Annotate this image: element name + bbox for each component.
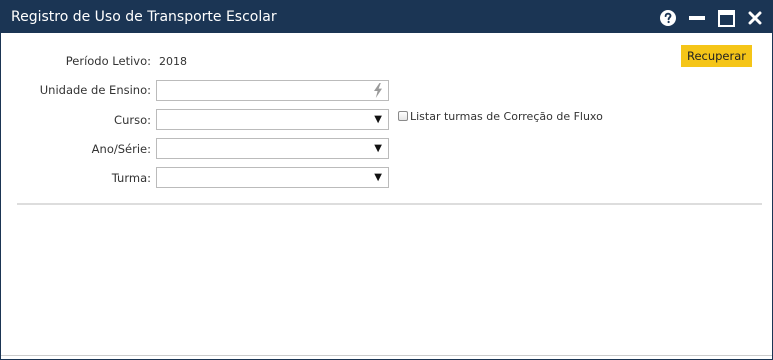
unidade-ensino-label: Unidade de Ensino: <box>39 83 151 97</box>
periodo-letivo-label: Período Letivo: <box>65 54 151 68</box>
unidade-ensino-field[interactable] <box>156 80 389 101</box>
curso-select[interactable]: ▼ <box>156 109 389 130</box>
unidade-ensino-input[interactable] <box>157 81 367 100</box>
divider <box>17 203 762 205</box>
lightning-icon[interactable] <box>373 83 383 102</box>
window-title: Registro de Uso de Transporte Escolar <box>11 9 277 25</box>
curso-label: Curso: <box>114 113 151 127</box>
ano-serie-select[interactable]: ▼ <box>156 138 389 159</box>
chevron-down-icon: ▼ <box>374 172 382 183</box>
correcao-fluxo-checkbox-wrap[interactable]: Listar turmas de Correção de Fluxo <box>398 109 603 123</box>
close-icon <box>748 11 762 25</box>
chevron-down-icon: ▼ <box>374 114 382 125</box>
dialog-window: Registro de Uso de Transporte Escolar Pe… <box>0 0 773 360</box>
maximize-button[interactable] <box>717 9 735 27</box>
periodo-letivo-value: 2018 <box>159 55 187 68</box>
correcao-fluxo-label[interactable]: Listar turmas de Correção de Fluxo <box>410 110 603 123</box>
ano-serie-label: Ano/Série: <box>91 142 151 156</box>
recuperar-button[interactable]: Recuperar <box>681 45 752 67</box>
window-bottom-border <box>1 355 772 356</box>
minimize-icon <box>689 16 705 20</box>
turma-label: Turma: <box>111 171 151 185</box>
help-circle-icon <box>660 10 676 26</box>
titlebar: Registro de Uso de Transporte Escolar <box>1 1 772 33</box>
turma-select[interactable]: ▼ <box>156 167 389 188</box>
chevron-down-icon: ▼ <box>374 143 382 154</box>
maximize-icon <box>717 9 735 27</box>
help-button[interactable] <box>659 9 677 27</box>
minimize-button[interactable] <box>688 9 706 27</box>
correcao-fluxo-checkbox[interactable] <box>398 111 408 121</box>
close-button[interactable] <box>746 9 764 27</box>
